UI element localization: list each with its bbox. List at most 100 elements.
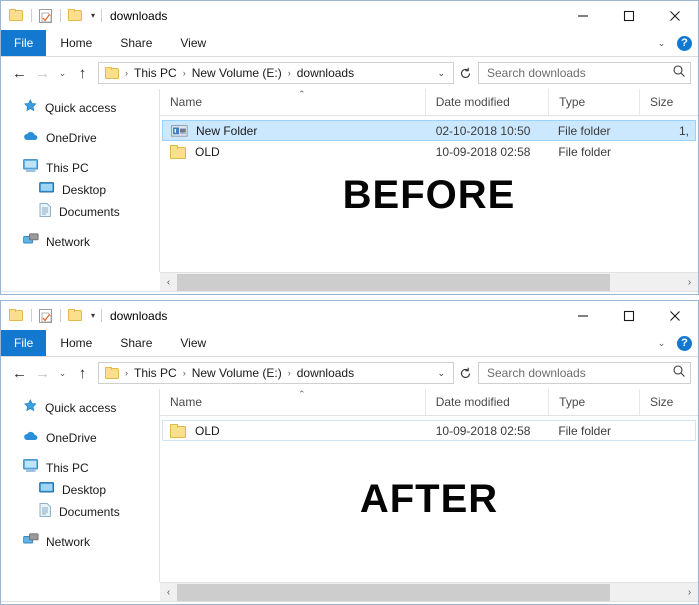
search-icon[interactable]: [672, 64, 686, 83]
search-icon[interactable]: [672, 364, 686, 383]
column-header-type[interactable]: Type: [549, 89, 640, 115]
maximize-icon[interactable]: [606, 301, 652, 330]
tab-file[interactable]: File: [1, 330, 47, 356]
up-icon[interactable]: ↑: [71, 361, 94, 385]
breadcrumb-item-new-volume[interactable]: New Volume (E:): [189, 366, 285, 380]
ribbon-right-controls-before: ⌄ ?: [655, 30, 692, 56]
column-header-date-modified[interactable]: Date modified: [426, 389, 550, 415]
new-folder-icon[interactable]: [68, 9, 83, 22]
scroll-right-icon[interactable]: ›: [681, 584, 698, 601]
tab-view[interactable]: View: [166, 30, 220, 56]
up-icon[interactable]: ↑: [71, 61, 94, 85]
properties-checkmark-icon[interactable]: [39, 308, 52, 323]
customize-qat-caret-icon[interactable]: ▾: [87, 311, 99, 320]
sidebar-item-label: Desktop: [62, 183, 107, 197]
scroll-left-icon[interactable]: ‹: [160, 274, 177, 291]
column-header-date-modified[interactable]: Date modified: [426, 89, 550, 115]
column-header-name[interactable]: Name ⌃: [160, 389, 426, 415]
recent-locations-icon[interactable]: ⌄: [54, 361, 71, 385]
chevron-down-icon[interactable]: ⌄: [655, 338, 668, 349]
large-icons-view-icon[interactable]: [671, 294, 691, 295]
breadcrumb[interactable]: › This PC › New Volume (E:) › downloads …: [98, 362, 454, 384]
tab-share[interactable]: Share: [106, 30, 166, 56]
column-header-size[interactable]: Size: [640, 89, 698, 115]
minimize-icon[interactable]: [560, 301, 606, 330]
minimize-icon[interactable]: [560, 1, 606, 30]
recent-locations-icon[interactable]: ⌄: [54, 61, 71, 85]
horizontal-scrollbar-before[interactable]: ‹ ›: [160, 272, 698, 291]
tab-file[interactable]: File: [1, 30, 47, 56]
sidebar-item-this-pc[interactable]: This PC: [1, 157, 159, 179]
refresh-icon[interactable]: [454, 61, 476, 85]
back-icon[interactable]: ←: [8, 61, 31, 85]
scroll-right-icon[interactable]: ›: [681, 274, 698, 291]
maximize-icon[interactable]: [606, 1, 652, 30]
tab-home[interactable]: Home: [46, 330, 106, 356]
sidebar-item-onedrive[interactable]: OneDrive: [1, 127, 159, 149]
sidebar-item-label: Documents: [59, 505, 120, 519]
file-name-label: OLD: [195, 423, 220, 438]
sidebar-item-quick-access[interactable]: Quick access: [1, 397, 159, 419]
back-icon[interactable]: ←: [8, 361, 31, 385]
monitor-icon: [23, 159, 39, 177]
table-row[interactable]: OLD 10-09-2018 02:58 File folder: [162, 141, 696, 162]
breadcrumb-item-new-volume[interactable]: New Volume (E:): [189, 66, 285, 80]
chevron-down-icon[interactable]: ⌄: [655, 38, 668, 49]
sidebar-item-onedrive[interactable]: OneDrive: [1, 427, 159, 449]
tab-home[interactable]: Home: [46, 30, 106, 56]
column-header-type[interactable]: Type: [549, 389, 640, 415]
cloud-icon: [23, 429, 39, 447]
scroll-left-icon[interactable]: ‹: [160, 584, 177, 601]
column-header-size[interactable]: Size: [640, 389, 698, 415]
help-icon[interactable]: ?: [677, 335, 692, 351]
help-icon[interactable]: ?: [677, 35, 692, 51]
customize-qat-caret-icon[interactable]: ▾: [87, 11, 99, 20]
navigation-pane-after: Quick access OneDrive This PC Desktop Do…: [1, 389, 160, 582]
close-icon[interactable]: [652, 1, 698, 30]
desktop-icon: [39, 481, 55, 499]
new-folder-icon[interactable]: [68, 309, 83, 322]
search-input[interactable]: Search downloads: [478, 362, 691, 384]
sidebar-item-network[interactable]: Network: [1, 231, 159, 253]
table-row[interactable]: OLD 10-09-2018 02:58 File folder: [162, 420, 696, 441]
breadcrumb[interactable]: › This PC › New Volume (E:) › downloads …: [98, 62, 454, 84]
ribbon-tabs-before: File Home Share View ⌄ ?: [1, 30, 698, 57]
sidebar-item-quick-access[interactable]: Quick access: [1, 97, 159, 119]
file-date-cell: 02-10-2018 10:50: [435, 123, 531, 138]
scrollbar-track[interactable]: [177, 583, 681, 601]
tab-view[interactable]: View: [166, 330, 220, 356]
folder-icon[interactable]: [9, 309, 24, 322]
sidebar-item-documents[interactable]: Documents: [1, 201, 159, 223]
column-header-name[interactable]: Name ⌃: [160, 89, 426, 115]
address-bar-before: ← → ⌄ ↑ › This PC › New Volume (E:) › do…: [1, 57, 698, 89]
breadcrumb-item-downloads[interactable]: downloads: [294, 366, 357, 380]
scrollbar-track[interactable]: [177, 273, 681, 291]
breadcrumb-item-this-pc[interactable]: This PC: [131, 366, 180, 380]
breadcrumb-separator: ›: [287, 68, 291, 78]
sidebar-item-label: Desktop: [62, 483, 107, 497]
address-bar-after: ← → ⌄ ↑ › This PC › New Volume (E:) › do…: [1, 357, 698, 389]
content-area-before: Quick access OneDrive This PC Desktop Do…: [1, 89, 698, 272]
sidebar-item-desktop[interactable]: Desktop: [1, 179, 159, 201]
search-input[interactable]: Search downloads: [478, 62, 691, 84]
table-row[interactable]: New Folder 02-10-2018 10:50 File folder …: [162, 120, 696, 141]
sidebar-item-this-pc[interactable]: This PC: [1, 457, 159, 479]
star-icon: [23, 398, 38, 418]
scrollbar-thumb[interactable]: [177, 583, 611, 601]
close-icon[interactable]: [652, 301, 698, 330]
properties-checkmark-icon[interactable]: [39, 8, 52, 23]
chevron-down-icon[interactable]: ⌄: [435, 68, 451, 79]
tab-share[interactable]: Share: [106, 330, 166, 356]
chevron-down-icon[interactable]: ⌄: [435, 368, 451, 379]
breadcrumb-item-downloads[interactable]: downloads: [294, 66, 357, 80]
horizontal-scrollbar-after[interactable]: ‹ ›: [160, 582, 698, 601]
scrollbar-thumb[interactable]: [177, 273, 611, 291]
refresh-icon[interactable]: [454, 361, 476, 385]
details-view-icon[interactable]: [648, 294, 668, 295]
divider: [31, 9, 32, 22]
breadcrumb-item-this-pc[interactable]: This PC: [131, 66, 180, 80]
folder-icon[interactable]: [9, 9, 24, 22]
sidebar-item-documents[interactable]: Documents: [1, 501, 159, 523]
sidebar-item-desktop[interactable]: Desktop: [1, 479, 159, 501]
sidebar-item-network[interactable]: Network: [1, 531, 159, 553]
